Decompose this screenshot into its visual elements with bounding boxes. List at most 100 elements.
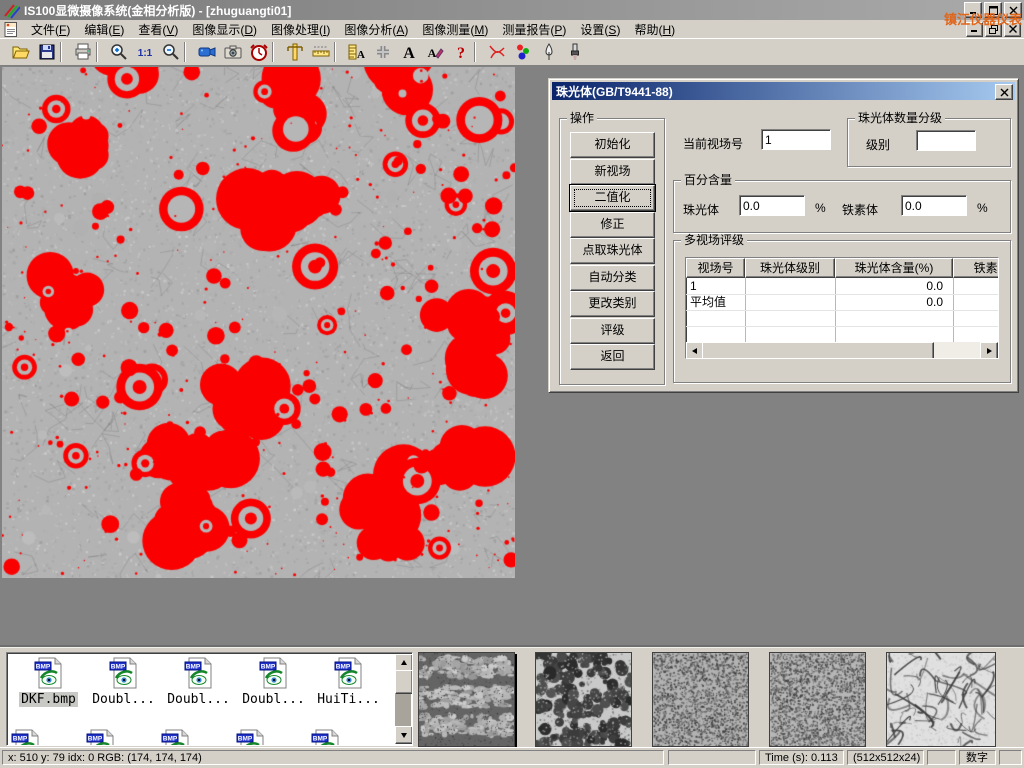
table-gridline-h <box>686 310 998 311</box>
table-cell-field[interactable]: 1 <box>686 278 745 294</box>
menu-item-view[interactable]: 查看(V) <box>131 20 185 39</box>
close-button[interactable] <box>1004 2 1022 18</box>
dialog-title-bar[interactable]: 珠光体(GB/T9441-88) <box>552 82 1015 100</box>
status-spacer-1 <box>668 750 756 765</box>
file-name: DKF.bmp <box>19 692 78 707</box>
percent-group-label: 百分含量 <box>681 174 735 186</box>
toolbar-button-one-to-one[interactable]: 1:1 <box>128 40 154 64</box>
scroll-right-button[interactable] <box>980 342 998 359</box>
menu-item-edit[interactable]: 编辑(E) <box>77 20 131 39</box>
thumbnail-2[interactable] <box>535 652 632 747</box>
table-cell-pearlite[interactable]: 0.0 <box>835 278 943 294</box>
menu-item-image-display[interactable]: 图像显示(D) <box>185 20 264 39</box>
camera-icon <box>223 42 243 62</box>
table-hscrollbar[interactable] <box>686 342 998 358</box>
op-button-initialize[interactable]: 初始化 <box>570 132 655 158</box>
status-bar: x: 510 y: 79 idx: 0 RGB: (174, 174, 174)… <box>0 747 1024 768</box>
grading-level-input[interactable] <box>916 130 976 151</box>
bmp-file-icon: BMP <box>34 657 64 689</box>
toolbar-button-open[interactable] <box>4 40 30 64</box>
op-button-return[interactable]: 返回 <box>570 344 655 370</box>
zoom-out-icon <box>161 42 181 62</box>
toolbar-button-video-camera[interactable] <box>190 40 216 64</box>
svg-text:A: A <box>403 45 415 62</box>
toolbar-button-help[interactable]: ? <box>444 40 470 64</box>
file-item-row2-0[interactable]: BMP <box>11 729 86 746</box>
op-button-auto-classify[interactable]: 自动分类 <box>570 265 655 291</box>
toolbar-button-text-edit[interactable]: A <box>418 40 444 64</box>
file-item-row2-3[interactable]: BMP <box>236 729 311 746</box>
thumbnail-3[interactable] <box>652 652 749 747</box>
toolbar-button-grid-tool[interactable] <box>366 40 392 64</box>
status-mode: 数字 <box>959 750 996 765</box>
menu-item-file[interactable]: 文件(F) <box>24 20 77 39</box>
menu-item-help[interactable]: 帮助(H) <box>627 20 682 39</box>
menu-item-image-process[interactable]: 图像处理(I) <box>264 20 337 39</box>
op-button-binarize[interactable]: 二值化 <box>570 185 655 211</box>
table-header-3: 铁素体含量(%) <box>953 258 999 278</box>
toolbar-button-pen-tool[interactable] <box>532 40 558 64</box>
toolbar-button-camera[interactable] <box>216 40 242 64</box>
op-button-change-class[interactable]: 更改类别 <box>570 291 655 317</box>
table-cell-pearlite[interactable]: 0.0 <box>835 294 943 310</box>
rating-table[interactable]: 视场号珠光体级别珠光体含量(%)铁素体含量(%)10.0平均值0.0 <box>685 257 999 359</box>
toolbar-button-timer[interactable] <box>242 40 268 64</box>
toolbar-button-caliper[interactable] <box>278 40 304 64</box>
toolbar-button-measure-text[interactable]: A <box>340 40 366 64</box>
op-button-correct[interactable]: 修正 <box>570 212 655 238</box>
scroll-down-button[interactable] <box>395 726 413 744</box>
menu-item-image-measure[interactable]: 图像测量(M) <box>415 20 495 39</box>
file-item-2[interactable]: BMPDoubl... <box>161 657 236 707</box>
toolbar-button-zoom-in[interactable] <box>102 40 128 64</box>
file-item-1[interactable]: BMPDoubl... <box>86 657 161 707</box>
file-browser-scrollbar[interactable] <box>395 654 411 742</box>
mdi-restore-button[interactable] <box>985 22 1002 37</box>
file-item-row2-2[interactable]: BMP <box>161 729 236 746</box>
op-button-new-field[interactable]: 新视场 <box>570 159 655 185</box>
toolbar-button-zoom-out[interactable] <box>154 40 180 64</box>
menu-item-settings[interactable]: 设置(S) <box>573 20 627 39</box>
file-item-3[interactable]: BMPDoubl... <box>236 657 311 707</box>
metallographic-image[interactable] <box>2 67 515 578</box>
svg-text:BMP: BMP <box>260 664 275 671</box>
hscrollbar-thumb[interactable] <box>702 342 934 359</box>
table-cell-field[interactable]: 平均值 <box>686 294 745 310</box>
file-item-0[interactable]: BMP DKF.bmp <box>11 657 86 707</box>
thumbnail-1[interactable] <box>418 652 515 747</box>
toolbar-button-classify-dots[interactable] <box>506 40 532 64</box>
dialog-close-button[interactable] <box>995 84 1013 100</box>
bmp-file-icon: BMP <box>259 657 289 689</box>
menu-item-measure-report[interactable]: 测量报告(P) <box>495 20 573 39</box>
file-item-row2-1[interactable]: BMP <box>86 729 161 746</box>
workspace: 珠光体(GB/T9441-88) 操作 初始化新视场二值化修正点取珠光体自动分类… <box>0 66 1024 645</box>
print-icon <box>73 42 93 62</box>
toolbar-separator <box>474 42 476 62</box>
document-icon[interactable] <box>4 22 20 37</box>
toolbar-button-save[interactable] <box>30 40 56 64</box>
toolbar-button-brush-tool[interactable] <box>558 40 584 64</box>
toolbar-button-text-a[interactable]: A <box>392 40 418 64</box>
op-button-pick-pearlite[interactable]: 点取珠光体 <box>570 238 655 264</box>
ferrite-percent-input[interactable] <box>901 195 967 216</box>
minimize-button[interactable] <box>964 2 982 18</box>
file-item-row2-4[interactable]: BMP <box>311 729 386 746</box>
status-coordinates: x: 510 y: 79 idx: 0 RGB: (174, 174, 174) <box>2 750 664 765</box>
maximize-button[interactable] <box>984 2 1002 18</box>
mdi-close-button[interactable] <box>1004 22 1021 37</box>
toolbar-button-red-curve[interactable] <box>480 40 506 64</box>
dialog-title: 珠光体(GB/T9441-88) <box>556 83 673 100</box>
menu-item-image-analysis[interactable]: 图像分析(A) <box>337 20 415 39</box>
toolbar-button-print[interactable] <box>66 40 92 64</box>
mdi-minimize-button[interactable] <box>966 22 983 37</box>
timer-icon <box>249 42 269 62</box>
toolbar-button-ruler[interactable] <box>304 40 330 64</box>
file-item-4[interactable]: BMPHuiTi... <box>311 657 386 707</box>
op-button-rate[interactable]: 评级 <box>570 318 655 344</box>
thumbnail-5[interactable] <box>886 652 996 747</box>
table-header-0: 视场号 <box>686 258 745 278</box>
operation-group-label: 操作 <box>567 112 597 124</box>
current-field-input[interactable] <box>761 129 831 150</box>
scrollbar-thumb[interactable] <box>395 670 413 694</box>
thumbnail-4[interactable] <box>769 652 866 747</box>
pearlite-percent-input[interactable] <box>739 195 805 216</box>
